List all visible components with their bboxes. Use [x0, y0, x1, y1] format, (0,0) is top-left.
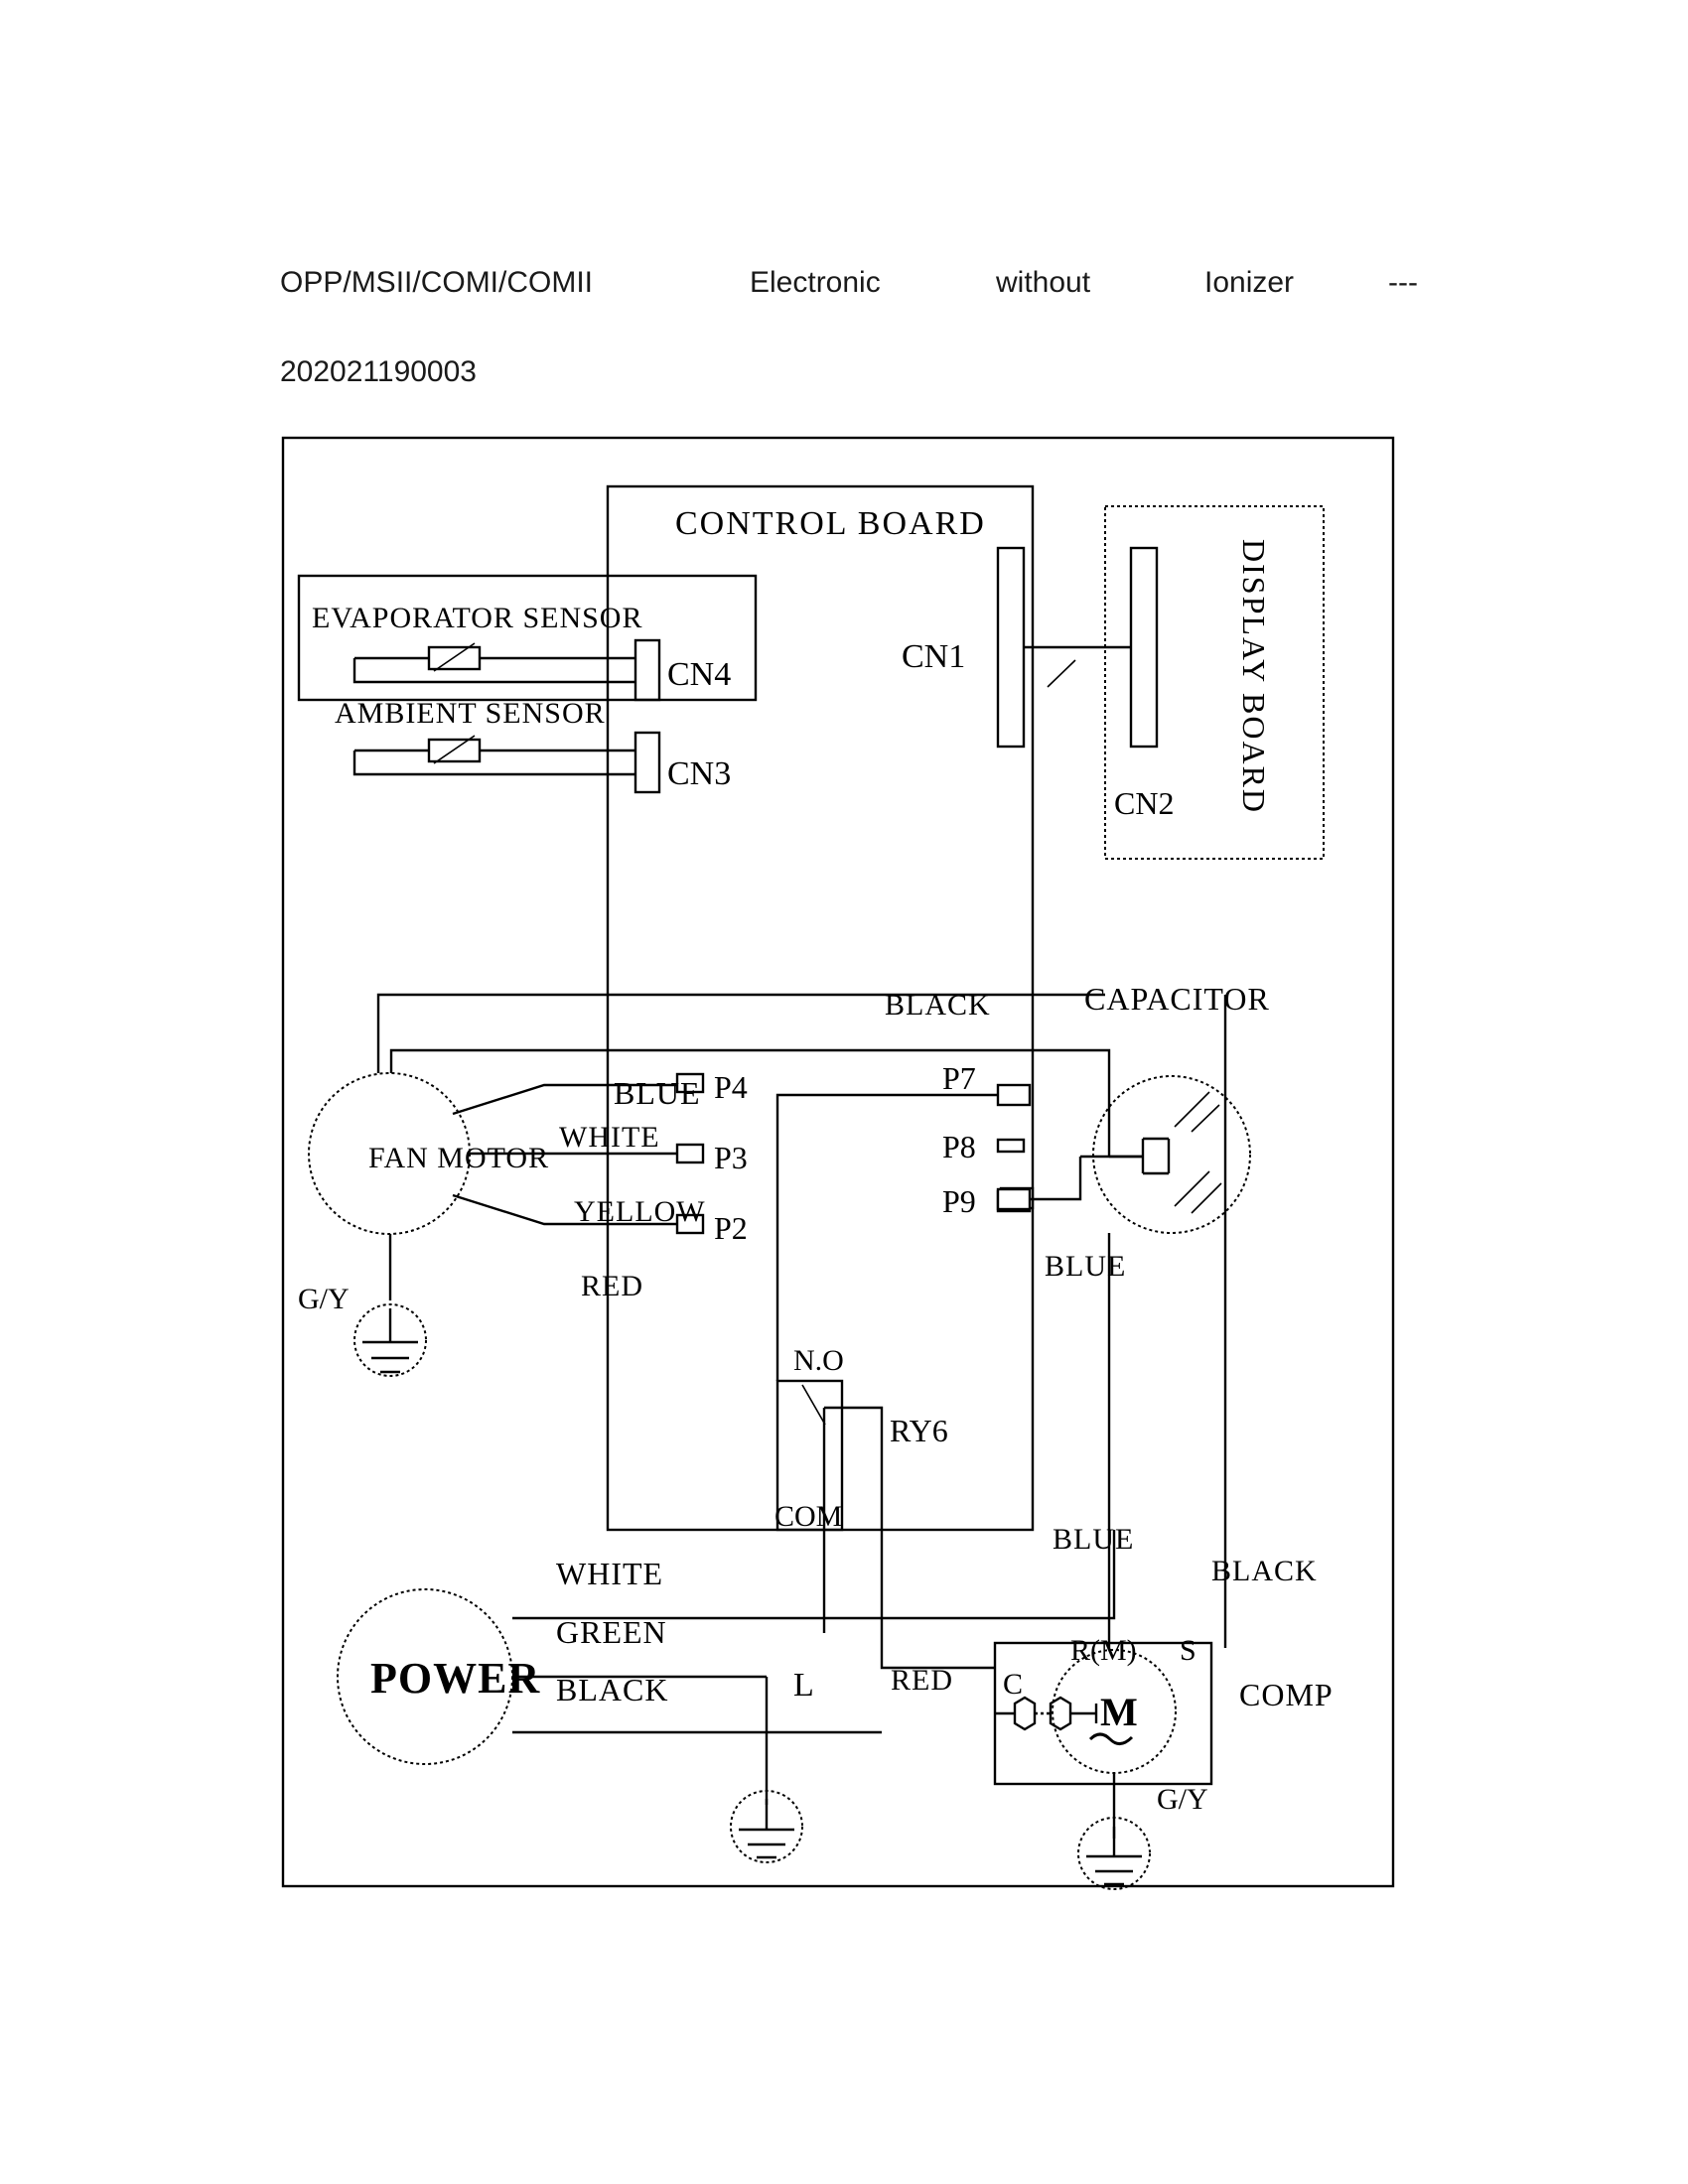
wire-label-fan-blue: BLUE: [614, 1075, 701, 1111]
wire-label-cap-blue: BLUE: [1045, 1250, 1126, 1283]
relay-com-label: COM: [774, 1500, 842, 1533]
capacitor-hatch-4: [1191, 1182, 1222, 1214]
harness-slash-mark: [1047, 659, 1076, 688]
cn4-label: CN4: [667, 656, 731, 693]
compressor-sine-glyph: [1088, 1732, 1134, 1745]
terminal-p9-box2[interactable]: [996, 1187, 1032, 1211]
capacitor-blue-upper: [1033, 1048, 1111, 1157]
terminal-p7-box[interactable]: [996, 1083, 1032, 1107]
terminal-p2-label: P2: [714, 1210, 748, 1246]
comp-ground-label: G/Y: [1157, 1783, 1208, 1816]
capacitor-title: CAPACITOR: [1084, 981, 1270, 1017]
connector-cn3-pin[interactable]: [633, 731, 661, 794]
terminal-p7-label: P7: [942, 1060, 976, 1096]
capacitor-hatch-1: [1174, 1091, 1210, 1128]
wire-label-fan-white: WHITE: [559, 1121, 660, 1154]
evaporator-wire-lower: [352, 658, 635, 684]
capacitor-hatch-2: [1191, 1104, 1220, 1133]
cn3-label: CN3: [667, 755, 731, 792]
evaporator-sensor-label: EVAPORATOR SENSOR: [312, 602, 642, 634]
terminal-p8-box[interactable]: [996, 1138, 1026, 1154]
wire-label-comp-red: RED: [891, 1664, 953, 1697]
wiring-schematic: CONTROL BOARD EVAPORATOR SENSOR AMBIENT …: [281, 436, 1395, 1890]
ambient-wire-lower: [352, 751, 635, 776]
compressor-r-label: R(M): [1070, 1634, 1137, 1667]
compressor-c-label: C: [1003, 1668, 1023, 1701]
terminal-p9-label: P9: [942, 1183, 976, 1219]
evaporator-thermistor-body: [427, 645, 482, 671]
wiring-diagram-page: OPP/MSII/COMI/COMII Electronic without I…: [0, 0, 1688, 2184]
terminal-p4-label: P4: [714, 1069, 748, 1105]
wire-label-cap-black: BLACK: [885, 989, 991, 1022]
power-source-label: POWER: [370, 1654, 540, 1703]
wire-label-power-green: GREEN: [556, 1614, 667, 1650]
fan-motor-label: FAN MOTOR: [368, 1142, 549, 1174]
capacitor-circle: [1092, 1075, 1251, 1234]
cn2-label: CN2: [1114, 785, 1174, 821]
cn1-label: CN1: [902, 638, 965, 675]
relay-ry6-label: RY6: [890, 1413, 948, 1448]
terminal-p8-label: P8: [942, 1129, 976, 1164]
wire-label-power-white: WHITE: [556, 1556, 663, 1591]
wire-label-fan-red: RED: [581, 1270, 643, 1302]
fan-wire-blue: [389, 1048, 1033, 1073]
connector-cn1-pin[interactable]: [996, 546, 1026, 749]
compressor-s-label: S: [1180, 1634, 1196, 1667]
ambient-sensor-label: AMBIENT SENSOR: [335, 697, 606, 730]
wire-label-power-black: BLACK: [556, 1672, 668, 1707]
fan-ground-label: G/Y: [298, 1283, 350, 1315]
display-board-title: DISPLAY BOARD: [1236, 539, 1272, 814]
connector-cn2-pin[interactable]: [1129, 546, 1159, 749]
wire-label-comp-blue: BLUE: [1053, 1523, 1134, 1556]
compressor-motor-label: M: [1100, 1690, 1138, 1734]
connector-cn4-pin[interactable]: [633, 638, 661, 702]
compressor-label: COMP: [1239, 1677, 1334, 1712]
relay-switch-arm: [801, 1384, 826, 1426]
control-board-title: CONTROL BOARD: [675, 505, 986, 542]
wire-label-comp-black: BLACK: [1211, 1555, 1318, 1587]
p9-blue-wire: [1030, 1157, 1082, 1201]
fan-wire-black-top: [376, 993, 1105, 1073]
relay-no-label: N.O: [793, 1344, 844, 1377]
wire-label-fan-yellow: YELLOW: [574, 1195, 706, 1228]
live-line-label: L: [793, 1667, 814, 1704]
ambient-thermistor-body: [427, 738, 482, 763]
comp-overload-hex1: [1013, 1696, 1037, 1731]
terminal-p3-label: P3: [714, 1140, 748, 1175]
terminal-p3-box[interactable]: [675, 1143, 705, 1164]
